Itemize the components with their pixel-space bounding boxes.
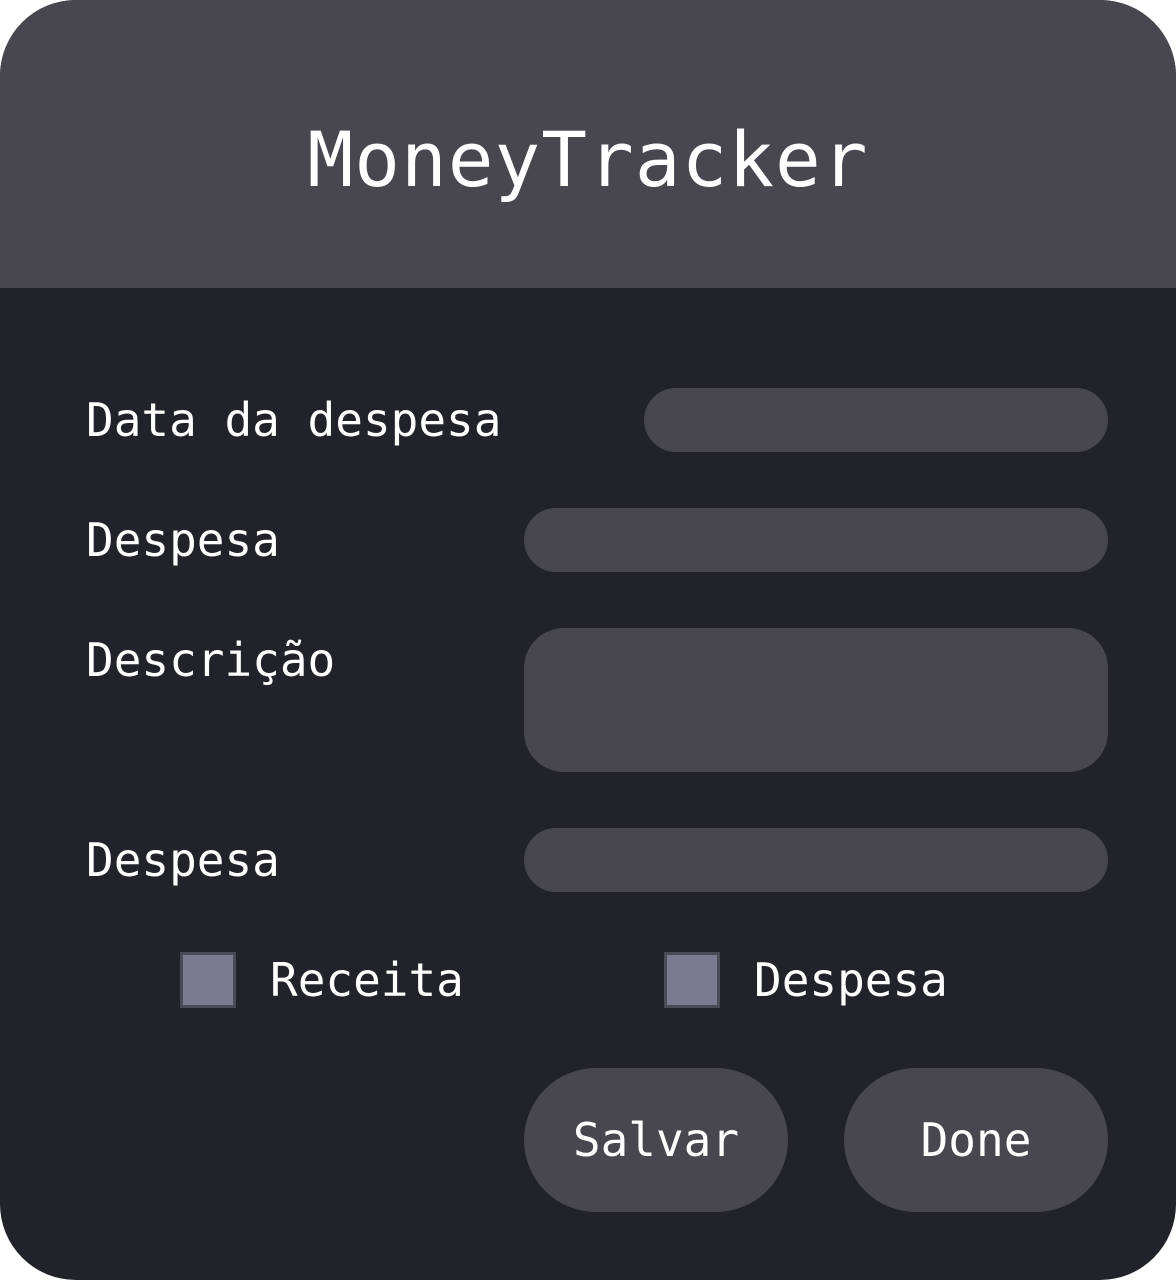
category-label: Despesa [86,833,280,887]
save-button[interactable]: Salvar [524,1068,788,1212]
header-bar: MoneyTracker [0,0,1176,288]
category-input[interactable] [524,828,1108,892]
expense-checkbox[interactable] [664,952,720,1008]
date-label: Data da despesa [86,393,502,447]
done-button-label: Done [920,1113,1032,1167]
description-label: Descrição [86,633,336,687]
date-input[interactable] [644,388,1108,452]
income-checkbox-label[interactable]: Receita [270,950,464,1010]
app-window: MoneyTracker Data da despesa Despesa Des… [0,0,1176,1280]
income-checkbox[interactable] [180,952,236,1008]
expense-checkbox-label[interactable]: Despesa [754,950,948,1010]
done-button[interactable]: Done [844,1068,1108,1212]
amount-input[interactable] [524,508,1108,572]
description-textarea[interactable] [524,628,1108,772]
app-title: MoneyTracker [307,115,869,204]
save-button-label: Salvar [572,1113,740,1167]
amount-label: Despesa [86,513,280,567]
